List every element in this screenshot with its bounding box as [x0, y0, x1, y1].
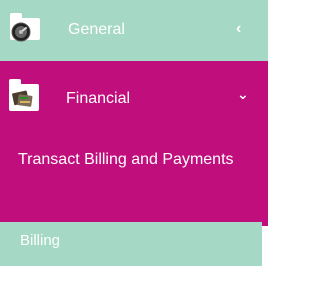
- submenu-item-billing-label: Billing: [20, 232, 61, 249]
- menu-item-financial-label: Financial: [66, 90, 131, 107]
- chevron-down-icon[interactable]: ⌄: [237, 86, 249, 103]
- submenu-item-transact-label: Transact Billing and Payments: [18, 151, 234, 168]
- side-menu: General ‹ Financial ⌄ Transact Billing a…: [0, 0, 268, 285]
- menu-item-general-label: General: [68, 21, 125, 38]
- submenu-item-ledger-label: Ledger: [20, 268, 67, 285]
- submenu-item-ledger[interactable]: [0, 259, 262, 266]
- menu-item-general[interactable]: General ‹: [0, 0, 268, 61]
- chevron-left-icon[interactable]: ‹: [236, 20, 241, 38]
- ledger-cards-icon: [12, 90, 33, 107]
- menu-item-financial[interactable]: [0, 61, 268, 140]
- gauge-icon: [11, 22, 31, 42]
